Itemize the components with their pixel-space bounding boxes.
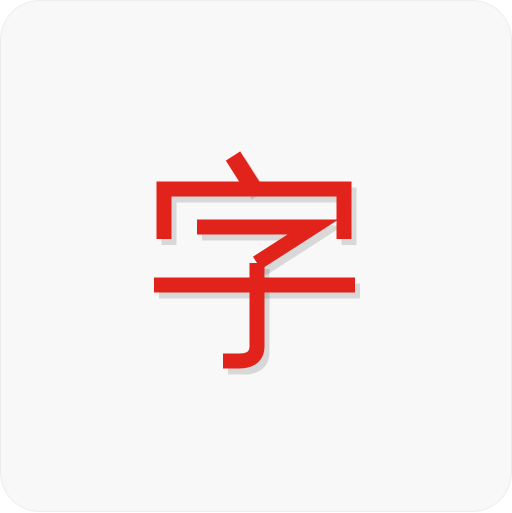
glyph-hook-top-stroke	[197, 219, 339, 270]
app-icon-background[interactable]: 字	[0, 0, 512, 512]
zi-character-icon: 字	[154, 151, 360, 375]
